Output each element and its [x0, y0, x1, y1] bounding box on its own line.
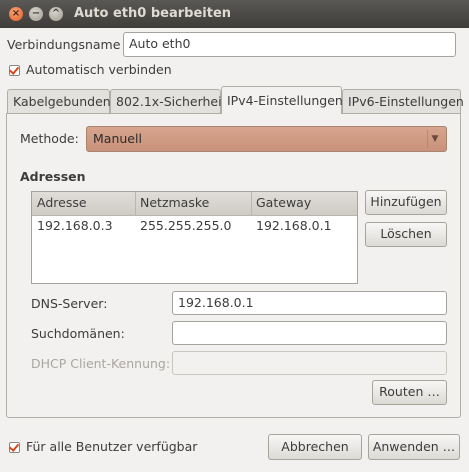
dhcp-client-id-input	[172, 351, 447, 375]
column-divider	[251, 192, 252, 215]
tab-8021x-security[interactable]: 802.1x-Sicherheit	[110, 89, 227, 113]
window-title: Auto eth0 bearbeiten	[74, 6, 232, 21]
add-address-button[interactable]: Hinzufügen	[365, 190, 447, 215]
method-dropdown[interactable]: Manuell ▼	[86, 126, 447, 152]
column-header-netmask[interactable]: Netzmaske	[140, 195, 209, 210]
close-icon[interactable]: ×	[9, 7, 23, 21]
table-cell-netmask[interactable]: 255.255.255.0	[140, 218, 231, 233]
tab-wired[interactable]: Kabelgebunden	[7, 89, 111, 113]
addresses-heading: Adressen	[20, 169, 86, 184]
connection-name-input[interactable]: Auto eth0	[123, 32, 456, 57]
dns-server-input[interactable]: 192.168.0.1	[172, 291, 447, 315]
cancel-button[interactable]: Abbrechen	[268, 434, 362, 460]
tab-ipv6-settings[interactable]: IPv6-Einstellungen	[342, 89, 464, 113]
routes-button[interactable]: Routen …	[372, 380, 447, 405]
table-cell-address[interactable]: 192.168.0.3	[37, 218, 113, 233]
table-cell-gateway[interactable]: 192.168.0.1	[256, 218, 332, 233]
maximize-icon[interactable]: ^	[49, 7, 63, 21]
dhcp-client-id-label: DHCP Client-Kennung:	[31, 356, 171, 371]
tab-ipv4-settings[interactable]: IPv4-Einstellungen	[221, 86, 343, 114]
column-header-gateway[interactable]: Gateway	[256, 195, 311, 210]
delete-address-button[interactable]: Löschen	[365, 222, 447, 247]
apply-button[interactable]: Anwenden …	[368, 434, 460, 460]
method-value: Manuell	[93, 131, 142, 146]
connection-name-label: Verbindungsname	[7, 37, 121, 52]
minimize-icon[interactable]: −	[29, 7, 43, 21]
column-header-address[interactable]: Adresse	[37, 195, 87, 210]
all-users-label: Für alle Benutzer verfügbar	[26, 439, 198, 454]
all-users-checkbox[interactable]	[9, 442, 20, 453]
autoconnect-checkbox[interactable]	[9, 65, 20, 76]
search-domains-input[interactable]	[172, 321, 447, 345]
dns-server-label: DNS-Server:	[31, 296, 108, 311]
column-divider	[135, 192, 136, 215]
search-domains-label: Suchdomänen:	[31, 326, 125, 341]
addresses-table[interactable]: Adresse Netzmaske Gateway 192.168.0.3 25…	[31, 191, 358, 284]
method-label: Methode:	[20, 131, 79, 146]
table-header: Adresse Netzmaske Gateway	[32, 192, 357, 216]
autoconnect-label: Automatisch verbinden	[26, 62, 172, 77]
chevron-down-icon: ▼	[427, 130, 442, 148]
title-bar: × − ^ Auto eth0 bearbeiten	[0, 0, 469, 28]
